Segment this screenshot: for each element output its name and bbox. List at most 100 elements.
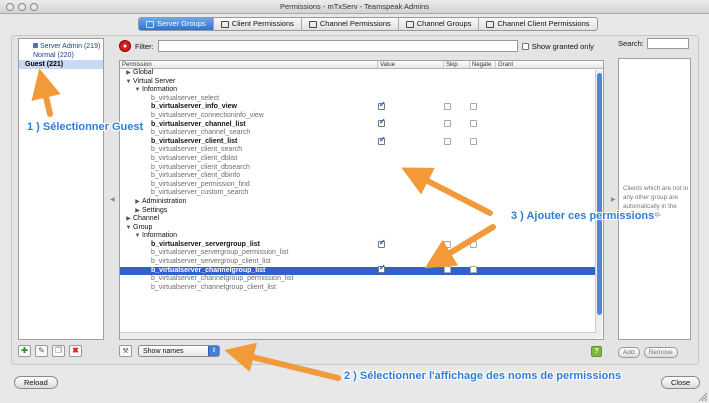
table-row[interactable]: ▶ Global — [120, 69, 595, 78]
table-row[interactable]: b_virtualserver_channelgroup_list — [120, 264, 595, 276]
table-row[interactable]: ▶ Administration — [120, 198, 595, 207]
permission-cell: ▼ Information — [120, 86, 378, 95]
column-grant[interactable]: Grant — [496, 61, 596, 68]
server-group-list[interactable]: Server Admin (219) Normal (220) Guest (2… — [18, 38, 104, 340]
column-permission[interactable]: Permission — [120, 61, 378, 68]
reload-button[interactable]: Reload — [14, 376, 58, 389]
tab-server-groups[interactable]: Server Groups — [139, 18, 214, 30]
permission-label: b_virtualserver_info_view — [151, 103, 237, 111]
table-row[interactable]: b_virtualserver_custom_search — [120, 189, 595, 198]
skip-checkbox[interactable] — [444, 240, 451, 248]
table-row[interactable]: b_virtualserver_servergroup_permission_l… — [120, 249, 595, 258]
table-row[interactable]: ▼ Information — [120, 232, 595, 241]
close-window-icon[interactable] — [6, 3, 14, 11]
delete-group-button[interactable]: ✖ — [69, 345, 82, 357]
permission-view-button[interactable]: ⚒ — [119, 345, 132, 357]
minimize-window-icon[interactable] — [18, 3, 26, 11]
group-icon — [33, 43, 38, 48]
permission-table[interactable]: Permission Value Skip Negate Grant ▶ Glob… — [119, 60, 604, 340]
disclosure-closed-icon[interactable]: ▶ — [133, 198, 142, 207]
table-row[interactable]: b_virtualserver_client_search — [120, 146, 595, 155]
skip-checkbox[interactable] — [444, 120, 451, 128]
disclosure-closed-icon[interactable]: ▶ — [124, 69, 133, 78]
help-button[interactable]: ? — [591, 346, 602, 357]
skip-checkbox[interactable] — [444, 137, 451, 145]
table-row[interactable]: b_virtualserver_client_dbsearch — [120, 164, 595, 173]
table-row[interactable]: b_virtualserver_channelgroup_client_list — [120, 284, 595, 293]
zoom-window-icon[interactable] — [30, 3, 38, 11]
table-row[interactable]: ▼ Virtual Server — [120, 78, 595, 87]
rename-group-button[interactable]: ✎ — [35, 345, 48, 357]
table-row[interactable]: b_virtualserver_select — [120, 95, 595, 104]
disclosure-open-icon[interactable]: ▼ — [124, 224, 133, 233]
negate-checkbox[interactable] — [470, 120, 477, 128]
negate-checkbox[interactable] — [470, 240, 477, 248]
negate-checkbox[interactable] — [470, 137, 477, 145]
value-checkbox[interactable] — [378, 118, 386, 128]
tab-channel-permissions[interactable]: Channel Permissions — [302, 18, 399, 30]
column-skip[interactable]: Skip — [444, 61, 470, 68]
permission-label: b_virtualserver_servergroup_permission_l… — [151, 249, 289, 257]
value-checkbox[interactable] — [378, 264, 386, 274]
value-checkbox[interactable] — [378, 101, 386, 111]
value-checkbox[interactable] — [378, 239, 386, 248]
splitter-handle-left[interactable]: ◀ — [110, 196, 115, 203]
add-group-button[interactable]: ✚ — [18, 345, 31, 357]
remove-client-button[interactable]: Remove — [643, 347, 678, 358]
group-item-normal[interactable]: Normal (220) — [19, 51, 103, 60]
permission-cell: b_virtualserver_channel_search — [120, 129, 378, 138]
table-row[interactable]: b_virtualserver_servergroup_list — [120, 239, 595, 250]
disclosure-closed-icon[interactable]: ▶ — [124, 215, 133, 224]
client-list[interactable]: Clients which are not in any other group… — [618, 58, 691, 340]
table-row[interactable]: b_virtualserver_permission_find — [120, 181, 595, 190]
show-granted-only[interactable]: Show granted only — [521, 42, 594, 51]
table-row[interactable]: b_virtualserver_client_list — [120, 136, 595, 147]
tab-client-permissions[interactable]: Client Permissions — [214, 18, 302, 30]
updown-arrows-icon: ⇕ — [208, 346, 219, 356]
permission-cell: b_virtualserver_info_view — [120, 103, 378, 112]
table-row[interactable]: b_virtualserver_channel_search — [120, 129, 595, 138]
disclosure-open-icon[interactable]: ▼ — [124, 78, 133, 87]
table-row[interactable]: b_virtualserver_channelgroup_permission_… — [120, 275, 595, 284]
permissions-area: ● Filter: Show granted only Permission V… — [119, 38, 609, 360]
splitter-handle-right[interactable]: ▶ — [611, 196, 616, 203]
column-negate[interactable]: Negate — [470, 61, 496, 68]
column-value[interactable]: Value — [378, 61, 444, 68]
horizontal-scrollbar[interactable] — [120, 332, 596, 339]
table-row[interactable]: ▼ Group — [120, 224, 595, 233]
table-row[interactable]: b_virtualserver_connectioninfo_view — [120, 112, 595, 121]
table-row[interactable]: b_virtualserver_info_view — [120, 101, 595, 112]
clear-filter-icon[interactable]: ● — [119, 40, 131, 52]
show-granted-checkbox[interactable] — [521, 42, 529, 50]
disclosure-open-icon[interactable]: ▼ — [133, 86, 142, 95]
table-row[interactable]: ▼ Information — [120, 86, 595, 95]
close-button[interactable]: Close — [661, 376, 701, 389]
skip-checkbox[interactable] — [444, 266, 451, 274]
disclosure-open-icon[interactable]: ▼ — [133, 232, 142, 241]
negate-checkbox[interactable] — [470, 266, 477, 274]
tab-channel-groups[interactable]: Channel Groups — [399, 18, 480, 30]
view-mode-select[interactable]: Show names ⇕ — [138, 345, 220, 357]
scroll-thumb[interactable] — [597, 73, 602, 315]
skip-checkbox[interactable] — [444, 103, 451, 111]
table-row[interactable]: b_virtualserver_client_dblist — [120, 155, 595, 164]
vertical-scrollbar[interactable] — [595, 70, 602, 338]
resize-grip-icon[interactable] — [697, 391, 707, 401]
permission-cell: b_virtualserver_client_list — [120, 138, 378, 147]
tab-bar: Server Groups Client Permissions Channel… — [138, 17, 598, 31]
search-input[interactable] — [646, 38, 689, 49]
negate-checkbox[interactable] — [470, 103, 477, 111]
tab-channel-client-permissions[interactable]: Channel Client Permissions — [479, 18, 596, 30]
value-checkbox[interactable] — [378, 136, 386, 145]
table-row[interactable]: b_virtualserver_channel_list — [120, 118, 595, 130]
group-item-guest[interactable]: Guest (221) — [19, 60, 103, 69]
group-item-server-admin[interactable]: Server Admin (219) — [19, 42, 103, 51]
table-row[interactable]: b_virtualserver_client_dbinfo — [120, 172, 595, 181]
add-client-button[interactable]: Add — [618, 347, 640, 358]
copy-icon: ❐ — [54, 346, 63, 355]
table-row[interactable]: b_virtualserver_servergroup_client_list — [120, 258, 595, 267]
copy-group-button[interactable]: ❐ — [52, 345, 65, 357]
permission-cell: b_virtualserver_select — [120, 95, 378, 104]
disclosure-closed-icon[interactable]: ▶ — [133, 207, 142, 216]
filter-input[interactable] — [157, 40, 518, 52]
